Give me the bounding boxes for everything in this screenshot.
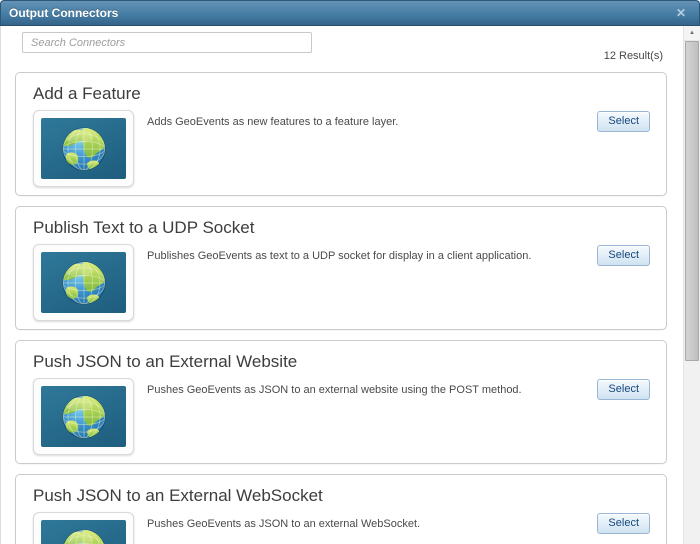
scrollbar-thumb[interactable] <box>685 41 699 361</box>
connector-title: Push JSON to an External Website <box>33 352 298 371</box>
globe-icon <box>62 528 105 544</box>
connector-card: Publish Text to a UDP Socket Publishes G… <box>15 206 667 330</box>
connector-row: Pushes GeoEvents as JSON to an external … <box>33 512 650 544</box>
select-button[interactable]: Select <box>597 513 650 534</box>
globe-icon <box>61 260 106 305</box>
connector-thumbnail <box>33 244 134 321</box>
thumbnail-image <box>41 520 126 544</box>
dialog-body: 12 Result(s) Add a Feature <box>0 26 683 544</box>
output-connectors-dialog: Output Connectors ✕ 12 Result(s) Add a F… <box>0 0 700 544</box>
dialog-title: Output Connectors <box>9 6 119 20</box>
connector-list: Add a Feature Adds GeoEvents as new feat… <box>15 72 667 544</box>
connector-thumbnail <box>33 512 134 544</box>
connector-title: Add a Feature <box>33 84 141 103</box>
vertical-scrollbar[interactable]: ▲ <box>683 26 700 544</box>
connector-card: Push JSON to an External WebSocket Pushe… <box>15 474 667 544</box>
globe-icon <box>61 126 106 171</box>
select-button[interactable]: Select <box>597 111 650 132</box>
results-count: 12 Result(s) <box>603 50 663 62</box>
close-icon[interactable]: ✕ <box>674 5 688 21</box>
connector-title: Push JSON to an External WebSocket <box>33 486 323 505</box>
connector-card: Push JSON to an External Website Pushes … <box>15 340 667 464</box>
connector-description: Adds GeoEvents as new features to a feat… <box>147 116 399 128</box>
connector-row: Publishes GeoEvents as text to a UDP soc… <box>33 244 650 321</box>
thumbnail-image <box>41 386 126 447</box>
search-input[interactable] <box>22 32 312 53</box>
connector-card: Add a Feature Adds GeoEvents as new feat… <box>15 72 667 196</box>
dialog-titlebar: Output Connectors ✕ <box>0 0 700 26</box>
select-button[interactable]: Select <box>597 379 650 400</box>
select-button[interactable]: Select <box>597 245 650 266</box>
connector-description: Pushes GeoEvents as JSON to an external … <box>147 518 421 530</box>
connector-thumbnail <box>33 378 134 455</box>
connector-thumbnail <box>33 110 134 187</box>
thumbnail-image <box>41 252 126 313</box>
scroll-up-arrow-icon[interactable]: ▲ <box>684 26 700 41</box>
connector-title: Publish Text to a UDP Socket <box>33 218 255 237</box>
connector-row: Pushes GeoEvents as JSON to an external … <box>33 378 650 455</box>
connector-row: Adds GeoEvents as new features to a feat… <box>33 110 650 187</box>
connector-description: Pushes GeoEvents as JSON to an external … <box>147 384 522 396</box>
connector-description: Publishes GeoEvents as text to a UDP soc… <box>147 250 532 262</box>
thumbnail-image <box>41 118 126 179</box>
globe-icon <box>61 394 106 439</box>
